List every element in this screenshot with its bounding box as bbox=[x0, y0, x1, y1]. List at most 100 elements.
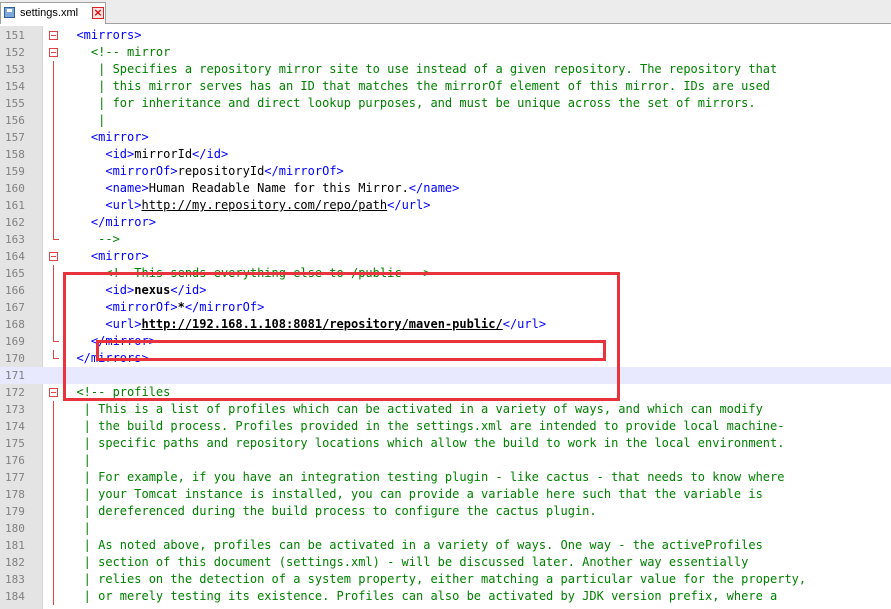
xml-comment: | your Tomcat instance is installed, you… bbox=[62, 487, 763, 501]
xml-value: Human Readable Name for this Mirror. bbox=[148, 181, 409, 195]
tab-bar: settings.xml × bbox=[0, 0, 891, 24]
xml-tag: <name> bbox=[62, 181, 149, 195]
line-number: 157 bbox=[5, 131, 25, 144]
code-line[interactable]: 169 </mirror> bbox=[0, 333, 891, 350]
code-text: <name>Human Readable Name for this Mirro… bbox=[62, 180, 459, 197]
code-line[interactable]: 151 <mirrors> bbox=[0, 27, 891, 44]
code-line[interactable]: 153 | Specifies a repository mirror site… bbox=[0, 61, 891, 78]
code-text: --> bbox=[62, 231, 120, 248]
line-number: 169 bbox=[5, 335, 25, 348]
code-line[interactable]: 158 <id>mirrorId</id> bbox=[0, 146, 891, 163]
code-line[interactable]: 168 <url>http://192.168.1.108:8081/repos… bbox=[0, 316, 891, 333]
code-text: <mirror> bbox=[62, 248, 149, 265]
xml-comment: | bbox=[62, 521, 91, 535]
xml-tag: </mirrors> bbox=[62, 351, 149, 365]
fold-toggle-icon[interactable] bbox=[49, 252, 58, 261]
code-line[interactable]: 181 | As noted above, profiles can be ac… bbox=[0, 537, 891, 554]
code-line[interactable]: 162 </mirror> bbox=[0, 214, 891, 231]
xml-tag: </mirrorOf> bbox=[184, 300, 265, 314]
fold-toggle-icon[interactable] bbox=[49, 31, 58, 40]
xml-value: http://192.168.1.108:8081/repository/mav… bbox=[141, 317, 503, 331]
line-number: 171 bbox=[5, 369, 25, 382]
code-line[interactable]: 174 | the build process. Profiles provid… bbox=[0, 418, 891, 435]
code-line[interactable]: 161 <url>http://my.repository.com/repo/p… bbox=[0, 197, 891, 214]
code-line[interactable]: 159 <mirrorOf>repositoryId</mirrorOf> bbox=[0, 163, 891, 180]
code-line[interactable]: 167 <mirrorOf>*</mirrorOf> bbox=[0, 299, 891, 316]
fold-guide-line bbox=[53, 78, 54, 95]
line-number: 165 bbox=[5, 267, 25, 280]
line-number: 176 bbox=[5, 454, 25, 467]
code-line[interactable]: 164 <mirror> bbox=[0, 248, 891, 265]
line-number: 170 bbox=[5, 352, 25, 365]
fold-end-marker bbox=[53, 231, 59, 240]
code-line[interactable]: 182 | section of this document (settings… bbox=[0, 554, 891, 571]
line-number: 152 bbox=[5, 46, 25, 59]
code-line[interactable]: 184 | or merely testing its existence. P… bbox=[0, 588, 891, 605]
line-number: 180 bbox=[5, 522, 25, 535]
code-line[interactable]: 179 | dereferenced during the build proc… bbox=[0, 503, 891, 520]
code-line[interactable]: 155 | for inheritance and direct lookup … bbox=[0, 95, 891, 112]
fold-guide-line bbox=[53, 214, 54, 231]
code-text: <mirrorOf>repositoryId</mirrorOf> bbox=[62, 163, 343, 180]
code-line[interactable]: 166 <id>nexus</id> bbox=[0, 282, 891, 299]
code-line[interactable]: 177 | For example, if you have an integr… bbox=[0, 469, 891, 486]
fold-guide-line bbox=[53, 435, 54, 452]
xml-comment: | This is a list of profiles which can b… bbox=[62, 402, 763, 416]
code-text: | This is a list of profiles which can b… bbox=[62, 401, 763, 418]
xml-tag: </url> bbox=[502, 317, 547, 331]
fold-guide-line bbox=[53, 571, 54, 588]
line-number: 182 bbox=[5, 556, 25, 569]
line-number: 160 bbox=[5, 182, 25, 195]
xml-tag: </mirror> bbox=[62, 215, 156, 229]
fold-guide-line bbox=[53, 452, 54, 469]
close-icon[interactable]: × bbox=[92, 7, 104, 19]
code-line[interactable]: 152 <!-- mirror bbox=[0, 44, 891, 61]
xml-tag: <url> bbox=[62, 317, 142, 331]
code-text: | this mirror serves has an ID that matc… bbox=[62, 78, 770, 95]
xml-tag: </name> bbox=[408, 181, 460, 195]
xml-comment: | for inheritance and direct lookup purp… bbox=[62, 96, 756, 110]
fold-guide-line bbox=[53, 401, 54, 418]
xml-value: mirrorId bbox=[134, 147, 193, 161]
code-line[interactable]: 175 | specific paths and repository loca… bbox=[0, 435, 891, 452]
code-editor[interactable]: 151 <mirrors> 152 <!-- mirror 153 | Specif… bbox=[0, 26, 891, 609]
line-number: 179 bbox=[5, 505, 25, 518]
code-line[interactable]: 180 | bbox=[0, 520, 891, 537]
code-line[interactable]: 154 | this mirror serves has an ID that … bbox=[0, 78, 891, 95]
code-line[interactable]: 170 </mirrors> bbox=[0, 350, 891, 367]
xml-tag: <url> bbox=[62, 198, 142, 212]
code-text: | bbox=[62, 112, 105, 129]
code-text: | relies on the detection of a system pr… bbox=[62, 571, 806, 588]
fold-guide-line bbox=[53, 316, 54, 333]
line-number: 173 bbox=[5, 403, 25, 416]
code-line[interactable]: 176 | bbox=[0, 452, 891, 469]
code-line[interactable]: 171 bbox=[0, 367, 891, 384]
xml-tag: </url> bbox=[387, 198, 431, 212]
code-line[interactable]: 163 --> bbox=[0, 231, 891, 248]
line-number: 181 bbox=[5, 539, 25, 552]
fold-guide-line bbox=[53, 588, 54, 605]
code-line[interactable]: 160 <name>Human Readable Name for this M… bbox=[0, 180, 891, 197]
xml-comment: | this mirror serves has an ID that matc… bbox=[62, 79, 771, 93]
file-tab[interactable]: settings.xml × bbox=[0, 2, 106, 24]
line-number: 155 bbox=[5, 97, 25, 110]
code-line[interactable]: 178 | your Tomcat instance is installed,… bbox=[0, 486, 891, 503]
code-line[interactable]: 156 | bbox=[0, 112, 891, 129]
code-text: | Specifies a repository mirror site to … bbox=[62, 61, 777, 78]
fold-toggle-icon[interactable] bbox=[49, 48, 58, 57]
fold-toggle-icon[interactable] bbox=[49, 388, 58, 397]
xml-comment: <!--This sends everything else to /publi… bbox=[62, 266, 431, 280]
code-line[interactable]: 165 <!--This sends everything else to /p… bbox=[0, 265, 891, 282]
xml-comment: | bbox=[62, 453, 91, 467]
line-number: 156 bbox=[5, 114, 25, 127]
code-line[interactable]: 173 | This is a list of profiles which c… bbox=[0, 401, 891, 418]
code-text: <!-- mirror bbox=[62, 44, 170, 61]
xml-comment: <!-- profiles bbox=[62, 385, 171, 399]
code-line[interactable]: 157 <mirror> bbox=[0, 129, 891, 146]
code-text: <!--This sends everything else to /publi… bbox=[62, 265, 430, 282]
line-number: 168 bbox=[5, 318, 25, 331]
code-line[interactable]: 183 | relies on the detection of a syste… bbox=[0, 571, 891, 588]
code-text: <!-- profiles bbox=[62, 384, 170, 401]
line-number: 167 bbox=[5, 301, 25, 314]
code-line[interactable]: 172 <!-- profiles bbox=[0, 384, 891, 401]
